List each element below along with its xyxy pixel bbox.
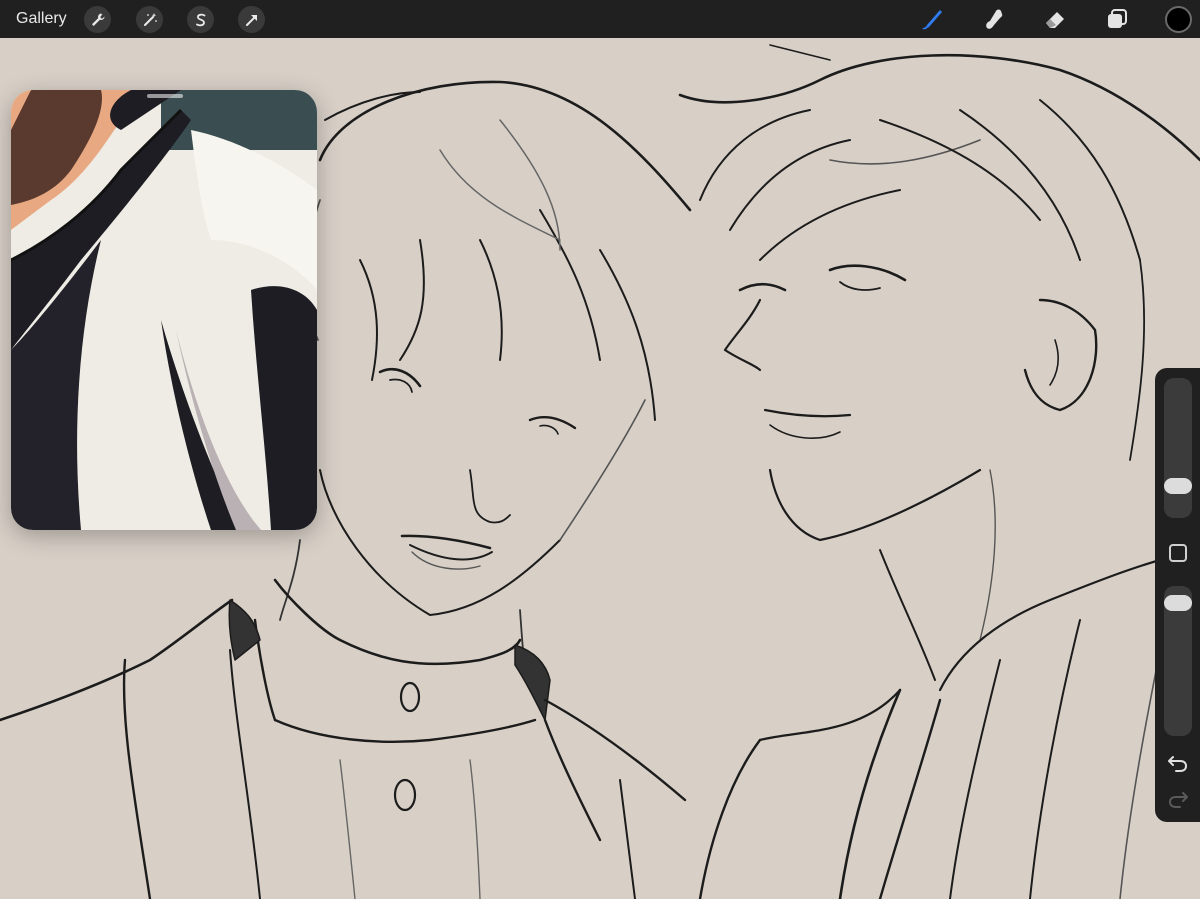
gallery-button[interactable]: Gallery [16,10,67,28]
eraser-icon[interactable] [1041,5,1069,33]
opacity-thumb[interactable] [1164,594,1192,611]
reference-window[interactable] [11,90,317,530]
brush-size-thumb[interactable] [1164,478,1192,495]
arrow-cursor-icon[interactable] [238,6,265,33]
top-toolbar: Gallery [0,0,1200,38]
brush-size-slider[interactable] [1164,378,1192,518]
layers-icon[interactable] [1103,5,1131,33]
brush-icon[interactable] [918,5,946,33]
modify-square-icon[interactable] [1169,544,1187,562]
redo-icon[interactable] [1167,788,1189,810]
selection-s-icon[interactable] [187,6,214,33]
magic-wand-icon[interactable] [136,6,163,33]
opacity-slider[interactable] [1164,586,1192,736]
color-picker-swatch[interactable] [1165,6,1192,33]
reference-drag-handle[interactable] [147,94,183,98]
wrench-icon[interactable] [84,6,111,33]
undo-icon[interactable] [1167,752,1189,774]
reference-image [11,90,317,530]
smudge-icon[interactable] [980,5,1008,33]
brush-sidebar [1155,368,1200,822]
